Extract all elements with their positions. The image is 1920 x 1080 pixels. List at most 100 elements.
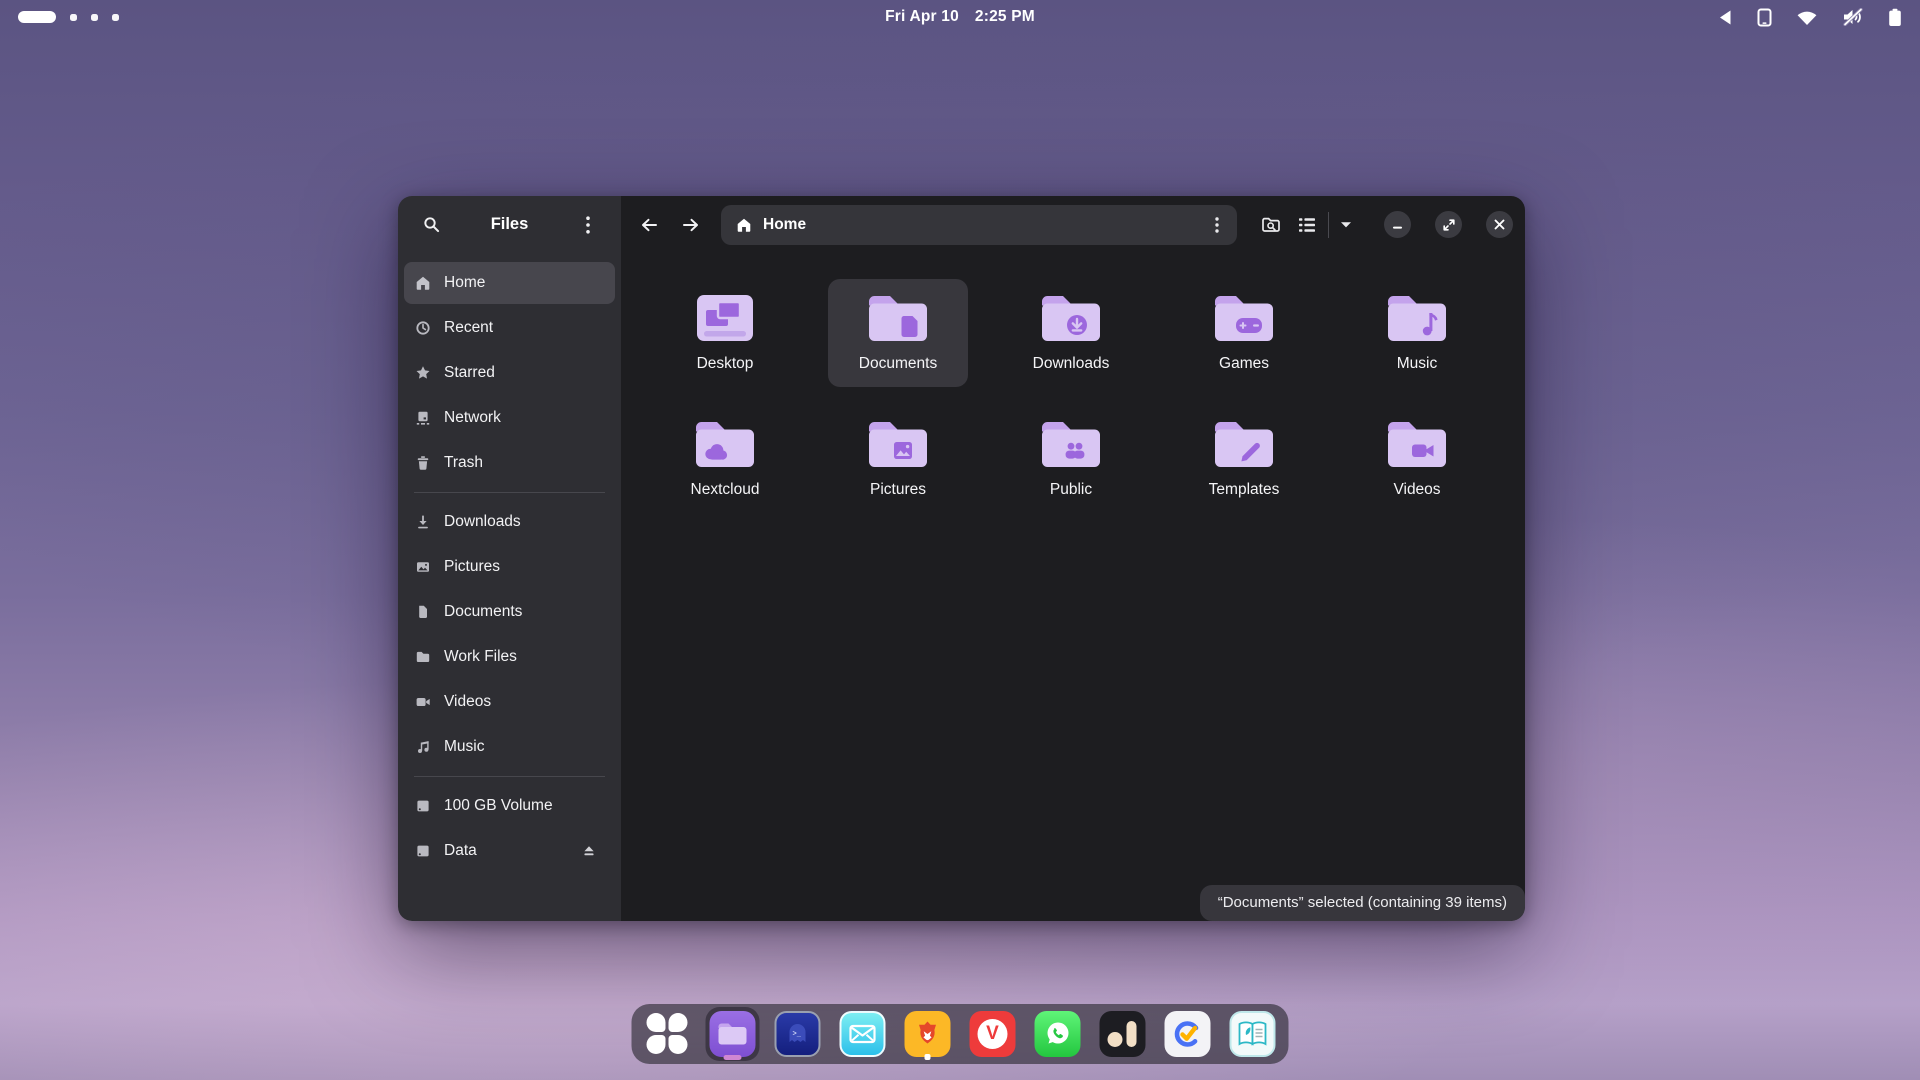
maximize-button[interactable] [1435,211,1462,238]
header-bar: Home [621,196,1525,253]
folder-tile-desktop[interactable]: Desktop [655,279,795,387]
book-leaf-icon [1230,1011,1276,1057]
forward-button[interactable] [673,207,709,243]
back-arrow-icon [640,217,658,233]
current-location: Home [763,216,806,234]
sidebar-item-label: Pictures [444,558,500,576]
minimize-button[interactable] [1384,211,1411,238]
sidebar-item-downloads[interactable]: Downloads [404,501,615,543]
circle-and-bar-icon [1100,1011,1146,1057]
dock-item-whatsapp[interactable] [1031,1007,1085,1061]
sidebar-item-label: Downloads [444,513,521,531]
folder-tile-downloads[interactable]: Downloads [1001,279,1141,387]
sidebar-item-label: Starred [444,364,495,382]
folder-label: Downloads [1033,354,1110,374]
dock-item-terminal[interactable]: >_ [771,1007,825,1061]
phone-icon [1757,8,1772,27]
folder-label: Nextcloud [691,480,760,500]
app-menu-button[interactable] [571,208,605,242]
dock-item-reader[interactable] [1226,1007,1280,1061]
star-icon [415,365,431,381]
path-bar[interactable]: Home [721,205,1237,245]
sidebar-item-documents[interactable]: Documents [404,591,615,633]
sidebar-item-home[interactable]: Home [404,262,615,304]
close-button[interactable] [1486,211,1513,238]
dock-item-files[interactable] [706,1007,760,1061]
clock-icon [415,320,431,336]
sidebar-item-label: Videos [444,693,491,711]
mail-envelope-icon [840,1011,886,1057]
image-icon [415,559,431,575]
app-title: Files [491,215,529,234]
network-icon [415,410,431,426]
view-mode-button[interactable] [1289,207,1325,243]
view-options-button[interactable] [1332,207,1360,243]
sidebar-item-volume-data[interactable]: Data [404,830,615,872]
back-button[interactable] [631,207,667,243]
active-app-indicator [724,1055,742,1060]
search-everywhere-button[interactable] [1253,207,1289,243]
divider [1328,212,1329,238]
selection-status-bar: “Documents” selected (containing 39 item… [1200,885,1525,921]
workspace-dot[interactable] [112,14,119,21]
dock-item-vivaldi[interactable]: V [966,1007,1020,1061]
workspace-dot[interactable] [91,14,98,21]
workspace-active-pill[interactable] [18,11,56,23]
sidebar-item-label: Work Files [444,648,517,666]
sidebar-item-label: Home [444,274,485,292]
document-emblem-icon [902,316,918,337]
folder-icon [1384,291,1450,345]
clock[interactable]: Fri Apr 10 2:25 PM [885,8,1035,26]
folder-tile-nextcloud[interactable]: Nextcloud [655,405,795,513]
brave-lion-icon [905,1011,951,1057]
dock-item-ticktick[interactable] [1161,1007,1215,1061]
system-status-area[interactable] [1718,8,1902,27]
gamepad-emblem-icon [1236,318,1262,333]
sidebar-item-recent[interactable]: Recent [404,307,615,349]
folder-tile-templates[interactable]: Templates [1174,405,1314,513]
location-menu-button[interactable] [1201,208,1233,242]
folder-tile-videos[interactable]: Videos [1347,405,1487,513]
files-window: Files Home Recent Starred Network [398,196,1525,921]
folder-icon [1211,417,1277,471]
workspace-indicator[interactable] [18,11,119,23]
dock-item-dark-app[interactable] [1096,1007,1150,1061]
sidebar-item-videos[interactable]: Videos [404,681,615,723]
folder-icon [1038,417,1104,471]
dock-item-show-apps[interactable] [641,1007,695,1061]
sidebar-item-starred[interactable]: Starred [404,352,615,394]
chevron-down-icon [1340,221,1352,229]
sidebar-item-label: Data [444,842,477,860]
sidebar-item-network[interactable]: Network [404,397,615,439]
folder-label: Pictures [870,480,926,500]
download-icon [415,514,431,530]
sidebar-item-pictures[interactable]: Pictures [404,546,615,588]
sidebar-item-label: Music [444,738,484,756]
sidebar-item-work-files[interactable]: Work Files [404,636,615,678]
eject-button[interactable] [574,836,604,866]
hard-drive-icon [415,798,431,814]
sidebar-separator [414,776,605,777]
folder-tile-music[interactable]: Music [1347,279,1487,387]
folder-icon [865,291,931,345]
folder-tile-documents[interactable]: Documents [828,279,968,387]
close-icon [1494,219,1505,230]
dock-item-mail[interactable] [836,1007,890,1061]
image-emblem-icon [894,442,912,459]
sidebar-item-music[interactable]: Music [404,726,615,768]
workspace-dot[interactable] [70,14,77,21]
sidebar-item-volume-100gb[interactable]: 100 GB Volume [404,785,615,827]
folder-tile-public[interactable]: Public [1001,405,1141,513]
folder-icon [1384,417,1450,471]
search-button[interactable] [414,208,448,242]
ghost-terminal-icon: >_ [775,1011,821,1057]
folder-tile-pictures[interactable]: Pictures [828,405,968,513]
sidebar-item-trash[interactable]: Trash [404,442,615,484]
sidebar-item-label: 100 GB Volume [444,797,553,815]
folder-tile-games[interactable]: Games [1174,279,1314,387]
dock-item-brave[interactable] [901,1007,955,1061]
folder-label: Desktop [697,354,754,374]
eject-icon [581,843,597,859]
folder-icon [692,417,758,471]
sidebar-header: Files [398,196,621,253]
